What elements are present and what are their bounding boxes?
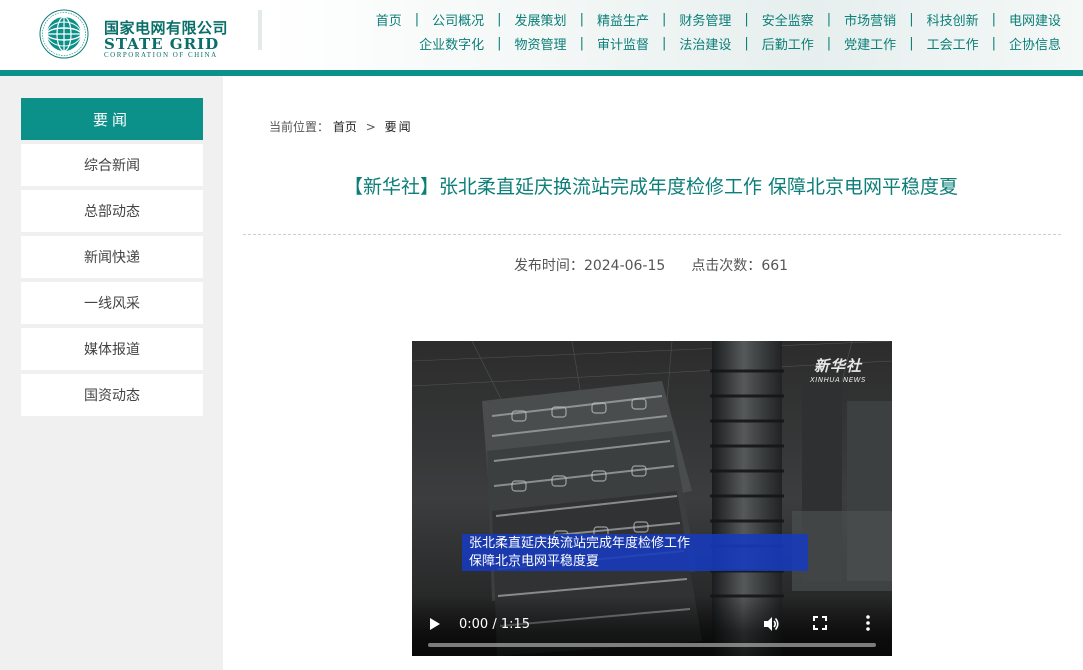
nav-home[interactable]: 首页 [376,10,402,29]
caption-line-1: 张北柔直延庆换流站完成年度检修工作 [469,536,691,551]
nav-separator: | [991,36,996,51]
nav-logistics[interactable]: 后勤工作 [762,34,814,53]
article-title: 【新华社】张北柔直延庆换流站完成年度检修工作 保障北京电网平稳度夏 [343,176,959,198]
nav-separator: | [579,36,584,51]
nav-association[interactable]: 企协信息 [1009,34,1061,53]
nav-union[interactable]: 工会工作 [927,34,979,53]
logo-divider [258,10,262,50]
nav-separator: | [909,36,914,51]
video-caption: 张北柔直延庆换流站完成年度检修工作 保障北京电网平稳度夏 [462,534,808,571]
breadcrumb-label: 当前位置： [269,120,330,134]
main-nav-row-2: 企业数字化 | 物资管理 | 审计监督 | 法治建设 | 后勤工作 | 党建工作 | 工会工… [419,34,1061,53]
video-progress-bar[interactable] [428,643,876,647]
nav-separator: | [414,12,420,27]
watermark-cn: 新华社 [813,357,862,375]
video-player[interactable]: 新华社 XINHUA NEWS 张北柔直延庆换流站完成年度检修工作 保障北京电网… [412,341,892,656]
main-nav-row-1: 首页 | 公司概况 | 发展策划 | 精益生产 | 财务管理 | 安全监察 | 市场营销 | … [376,10,1061,29]
nav-digitalization[interactable]: 企业数字化 [419,34,484,53]
fullscreen-icon[interactable] [812,615,828,631]
article-meta: 发布时间：2024-06-15 点击次数：661 [241,255,1061,275]
nav-separator: | [497,36,502,51]
more-vert-icon[interactable] [860,614,876,632]
watermark-en: XINHUA NEWS [809,376,866,384]
state-grid-globe-icon [39,9,89,59]
nav-safety[interactable]: 安全监察 [762,10,814,29]
volume-icon[interactable] [762,615,780,633]
sidebar-heading[interactable]: 要闻 [21,98,203,140]
nav-separator: | [661,36,667,51]
nav-grid-construction[interactable]: 电网建设 [1009,10,1061,29]
breadcrumb-current[interactable]: 要闻 [385,120,413,134]
nav-legal[interactable]: 法治建设 [679,34,731,53]
sidebar-item-hq-news[interactable]: 总部动态 [21,190,203,232]
main-content: 当前位置： 首页 > 要闻 【新华社】张北柔直延庆换流站完成年度检修工作 保障北… [223,76,1083,670]
nav-marketing[interactable]: 市场营销 [844,10,896,29]
caption-line-2: 保障北京电网平稳度夏 [469,554,600,569]
nav-party-building[interactable]: 党建工作 [844,34,896,53]
sidebar-item-news-express[interactable]: 新闻快递 [21,236,203,278]
nav-development-planning[interactable]: 发展策划 [515,10,567,29]
sidebar-item-media-reports[interactable]: 媒体报道 [21,328,203,370]
nav-separator: | [661,12,667,27]
play-icon[interactable] [426,616,442,632]
nav-lean-production[interactable]: 精益生产 [597,10,649,29]
nav-separator: | [497,12,502,27]
nav-separator: | [744,12,749,27]
xinhua-watermark: 新华社 XINHUA NEWS [810,355,866,384]
nav-separator: | [826,36,832,51]
views-count: 661 [761,258,789,274]
nav-company-profile[interactable]: 公司概况 [432,10,484,29]
logo[interactable]: 国家电网有限公司 STATE GRID CORPORATION OF CHINA [38,8,238,60]
publish-date: 2024-06-15 [583,258,666,274]
sidebar-item-frontline[interactable]: 一线风采 [21,282,203,324]
nav-finance[interactable]: 财务管理 [679,10,731,29]
brand-name-en-sub: CORPORATION OF CHINA [104,51,218,59]
video-time: 0:00 / 1:15 [459,617,531,632]
breadcrumb-separator: > [365,120,376,134]
video-controls: 0:00 / 1:15 [412,596,892,656]
nav-separator: | [991,12,996,27]
nav-materials[interactable]: 物资管理 [515,34,567,53]
nav-separator: | [826,12,832,27]
breadcrumb: 当前位置： 首页 > 要闻 [269,118,413,135]
nav-audit[interactable]: 审计监督 [597,34,649,53]
nav-separator: | [909,12,914,27]
nav-innovation[interactable]: 科技创新 [927,10,979,29]
breadcrumb-home[interactable]: 首页 [333,120,357,134]
sidebar-item-sasac-news[interactable]: 国资动态 [21,374,203,416]
sidebar-item-general-news[interactable]: 综合新闻 [21,144,203,186]
sidebar-nav: 要闻 综合新闻 总部动态 新闻快递 一线风采 媒体报道 国资动态 [21,98,203,416]
nav-separator: | [744,36,749,51]
views-label: 点击次数： [691,258,762,274]
site-header: 国家电网有限公司 STATE GRID CORPORATION OF CHINA… [0,0,1083,70]
publish-label: 发布时间： [513,258,584,274]
nav-separator: | [579,12,584,27]
title-divider [243,234,1061,235]
